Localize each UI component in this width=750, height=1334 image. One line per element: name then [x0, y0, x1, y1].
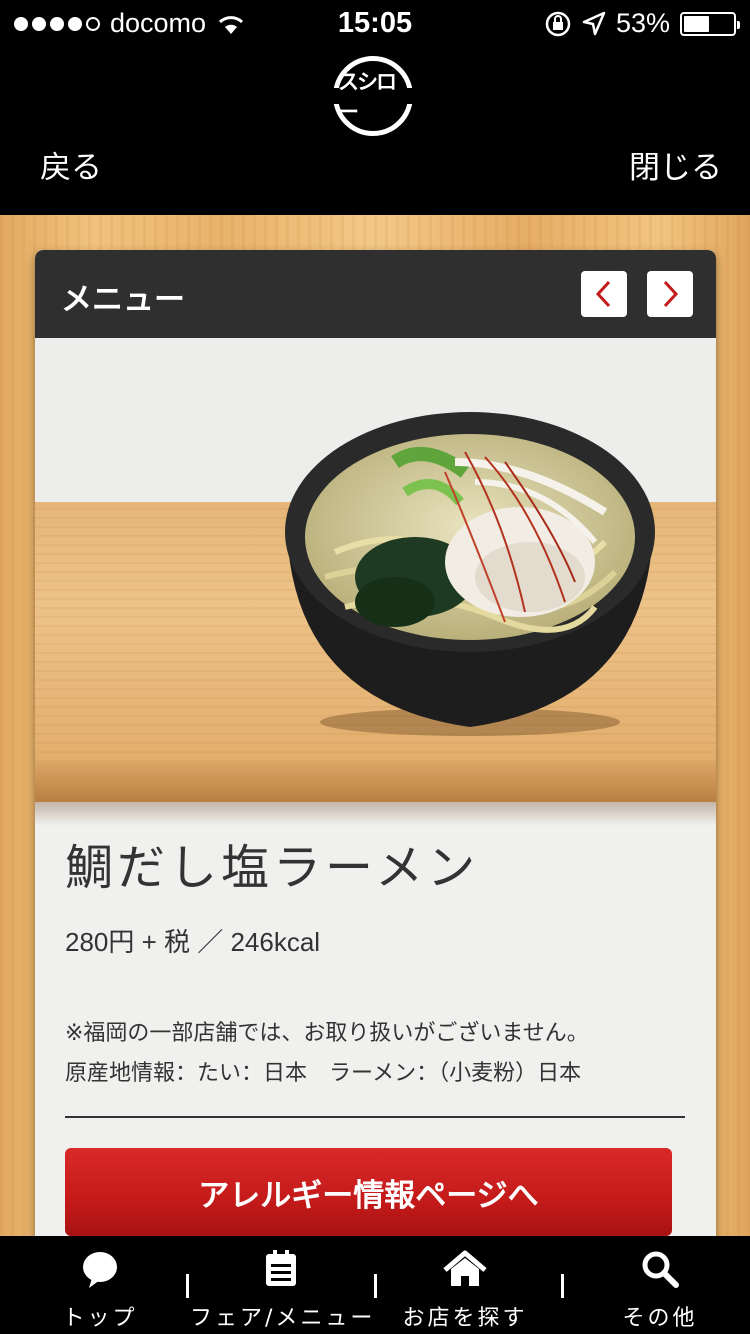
- home-icon: [443, 1250, 487, 1286]
- sushiro-logo: スシロー: [330, 56, 416, 136]
- battery-icon: [680, 11, 740, 36]
- wood-background: メニュー 鯛だし塩ラーメン 280円 + 税 ／ 246kcal ※福岡の一部店…: [0, 215, 750, 1236]
- chevron-left-icon: [595, 280, 611, 308]
- divider: [65, 1116, 685, 1118]
- back-button[interactable]: 戻る: [40, 142, 102, 187]
- card-title: メニュー: [61, 282, 185, 318]
- bottom-tab-bar: トップ フェア/メニュー お店を探す その他: [0, 1236, 750, 1334]
- status-bar: docomo 15:05 53%: [0, 0, 750, 50]
- logo-text: スシロー: [338, 70, 397, 124]
- tab-label: トップ: [62, 1306, 138, 1331]
- nav-header: スシロー 戻る 閉じる: [0, 50, 750, 215]
- dish-photo: [35, 338, 716, 826]
- battery-percent: 53%: [615, 8, 670, 38]
- battery-fill: [684, 15, 710, 32]
- close-button[interactable]: 閉じる: [629, 142, 722, 187]
- dish-name: 鯛だし塩ラーメン: [65, 840, 480, 896]
- tab-label: お店を探す: [402, 1306, 528, 1331]
- location-arrow-icon: [582, 11, 606, 35]
- chevron-right-icon: [663, 280, 679, 308]
- tab-label: その他: [622, 1306, 698, 1331]
- speech-bubble-icon: [83, 1252, 117, 1288]
- tab-find-store[interactable]: お店を探す: [400, 1236, 530, 1334]
- search-icon: [642, 1251, 679, 1288]
- rotation-lock-icon: [545, 11, 571, 36]
- allergy-info-button[interactable]: アレルギー情報ページへ: [65, 1148, 672, 1236]
- tab-top[interactable]: トップ: [40, 1236, 160, 1334]
- ramen-bowl-image: [285, 412, 655, 736]
- next-item-button[interactable]: [647, 271, 693, 317]
- card-header: メニュー: [35, 250, 716, 338]
- menu-card: メニュー 鯛だし塩ラーメン 280円 + 税 ／ 246kcal ※福岡の一部店…: [35, 250, 716, 1236]
- menu-list-icon: [266, 1250, 296, 1286]
- prev-item-button[interactable]: [581, 271, 627, 317]
- note-line-2: 原産地情報：たい：日本 ラーメン：（小麦粉）日本: [65, 1061, 582, 1086]
- tab-other[interactable]: その他: [600, 1236, 720, 1334]
- tab-label: フェア/メニュー: [190, 1306, 376, 1331]
- price-calories: 280円 + 税 ／ 246kcal: [65, 927, 321, 957]
- availability-note: ※福岡の一部店舗では、お取り扱いがございません。 原産地情報：たい：日本 ラーメ…: [65, 1014, 589, 1094]
- note-line-1: ※福岡の一部店舗では、お取り扱いがございません。: [65, 1021, 589, 1046]
- tab-fair-menu[interactable]: フェア/メニュー: [190, 1236, 372, 1334]
- status-right: 53%: [544, 8, 740, 39]
